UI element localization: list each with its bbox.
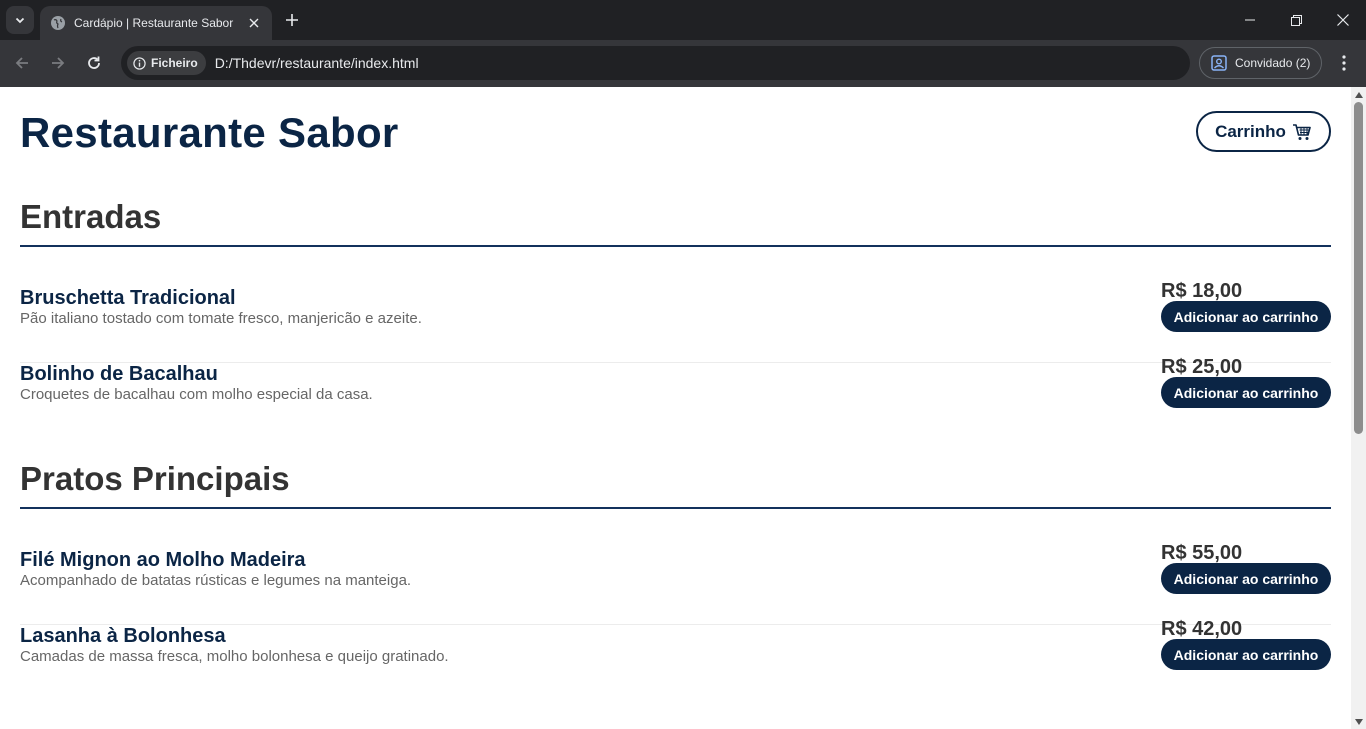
url-text: D:/Thdevr/restaurante/index.html <box>214 55 419 71</box>
menu-item-name: Bruschetta Tradicional <box>20 287 236 309</box>
info-icon <box>133 56 146 70</box>
browser-toolbar: Ficheiro D:/Thdevr/restaurante/index.htm… <box>0 40 1366 87</box>
add-to-cart-button[interactable]: Adicionar ao carrinho <box>1161 301 1331 332</box>
menu-item-name: Filé Mignon ao Molho Madeira <box>20 549 306 571</box>
address-bar[interactable]: Ficheiro D:/Thdevr/restaurante/index.htm… <box>121 46 1190 80</box>
new-tab-button[interactable] <box>282 10 302 30</box>
section-title-entradas: Entradas <box>20 198 162 235</box>
page-viewport: Restaurante Sabor Carrinho Entradas Brus… <box>0 87 1366 729</box>
menu-item-price: R$ 42,00 <box>1161 618 1243 640</box>
scrollbar-thumb[interactable] <box>1354 102 1363 434</box>
scroll-down-button[interactable] <box>1351 714 1366 729</box>
reload-icon <box>88 56 100 69</box>
menu-item-description: Croquetes de bacalhau com molho especial… <box>20 386 373 403</box>
profile-label: Convidado (2) <box>1235 56 1311 70</box>
add-to-cart-button[interactable]: Adicionar ao carrinho <box>1161 377 1331 408</box>
close-icon <box>249 18 259 28</box>
menu-item: Lasanha à Bolonhesa Camadas de massa fre… <box>20 618 1331 701</box>
close-window-button[interactable] <box>1320 0 1366 40</box>
guest-profile-icon <box>1211 55 1227 71</box>
browser-tab[interactable]: Cardápio | Restaurante Sabor <box>40 6 272 40</box>
menu-item-name: Bolinho de Bacalhau <box>20 363 218 385</box>
close-icon <box>1337 14 1349 26</box>
tab-strip: Cardápio | Restaurante Sabor <box>0 0 1366 40</box>
arrow-left-icon <box>15 57 28 69</box>
section-divider <box>20 507 1331 509</box>
profile-button[interactable]: Convidado (2) <box>1199 47 1322 79</box>
more-vertical-icon <box>1342 55 1346 71</box>
menu-item: Bruschetta Tradicional Pão italiano tost… <box>20 280 1331 363</box>
cart-button-label: Carrinho <box>1215 121 1286 141</box>
menu-item: Bolinho de Bacalhau Croquetes de bacalha… <box>20 356 1331 439</box>
menu-item-name: Lasanha à Bolonhesa <box>20 625 226 647</box>
add-to-cart-button[interactable]: Adicionar ao carrinho <box>1161 639 1331 670</box>
menu-item-price: R$ 18,00 <box>1161 280 1243 302</box>
menu-item-description: Camadas de massa fresca, molho bolonhesa… <box>20 648 449 665</box>
section-divider <box>20 245 1331 247</box>
menu-item-description: Acompanhado de batatas rústicas e legume… <box>20 572 412 589</box>
menu-item: Filé Mignon ao Molho Madeira Acompanhado… <box>20 542 1331 625</box>
menu-item-price: R$ 25,00 <box>1161 356 1243 378</box>
minimize-icon <box>1245 19 1255 21</box>
plus-icon <box>286 14 298 26</box>
site-info-chip[interactable]: Ficheiro <box>127 51 206 75</box>
restore-button[interactable] <box>1273 0 1319 40</box>
reload-button[interactable] <box>82 51 106 75</box>
security-chip-label: Ficheiro <box>151 56 198 70</box>
tab-close-button[interactable] <box>246 15 262 31</box>
triangle-down-icon <box>1354 718 1363 725</box>
add-to-cart-button[interactable]: Adicionar ao carrinho <box>1161 563 1331 594</box>
vertical-scrollbar[interactable] <box>1351 87 1366 729</box>
restore-icon <box>1290 14 1302 26</box>
globe-icon <box>51 16 65 30</box>
scroll-up-button[interactable] <box>1351 87 1366 102</box>
forward-button[interactable] <box>46 51 70 75</box>
back-button[interactable] <box>10 51 34 75</box>
shopping-cart-icon <box>1292 123 1311 140</box>
section-title-pratos-principais: Pratos Principais <box>20 460 290 497</box>
chevron-down-icon <box>15 17 25 24</box>
browser-menu-button[interactable] <box>1334 51 1354 75</box>
triangle-up-icon <box>1354 91 1363 98</box>
minimize-button[interactable] <box>1227 0 1273 40</box>
cart-button[interactable]: Carrinho <box>1196 111 1331 152</box>
arrow-right-icon <box>52 57 65 69</box>
site-title: Restaurante Sabor <box>20 109 399 156</box>
menu-item-description: Pão italiano tostado com tomate fresco, … <box>20 310 422 327</box>
menu-item-price: R$ 55,00 <box>1161 542 1243 564</box>
tab-search-button[interactable] <box>6 6 34 34</box>
tab-title: Cardápio | Restaurante Sabor <box>74 16 234 30</box>
